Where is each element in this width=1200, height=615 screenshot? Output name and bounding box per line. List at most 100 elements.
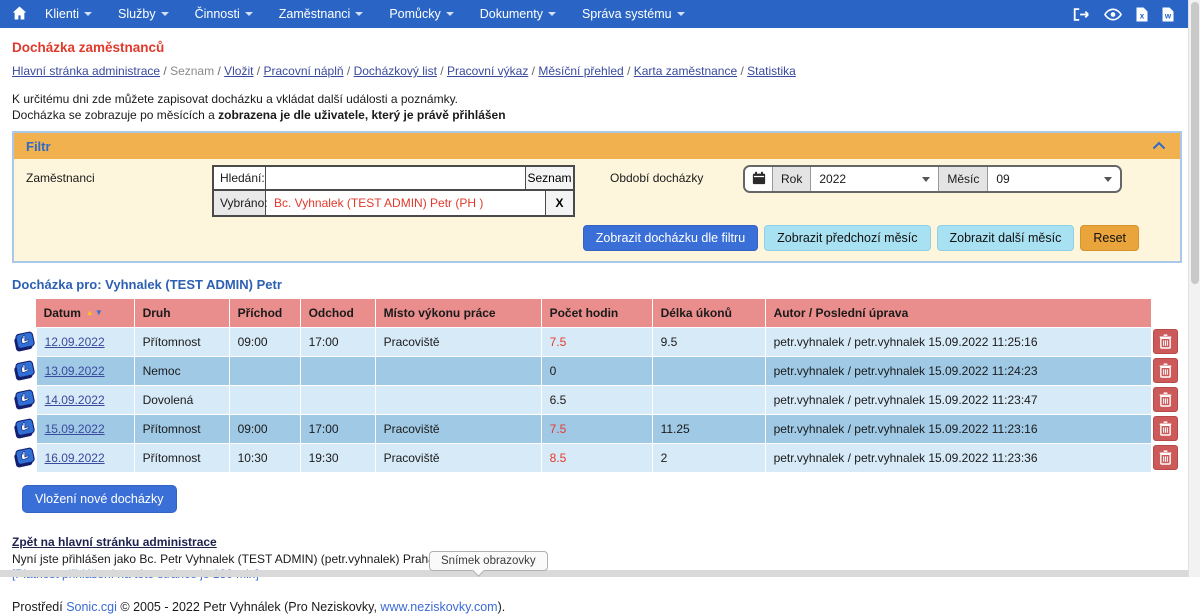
employee-list-button[interactable]: Seznam [525,167,573,189]
attendance-rows: 12.09.2022 Přítomnost 09:00 17:00 Pracov… [12,327,1180,472]
back-to-admin-link[interactable]: Zpět na hlavní stránku administrace [12,535,217,550]
cell-type: Dovolená [134,385,229,414]
edit-book-icon [12,358,35,383]
breadcrumb: Hlavní stránka administrace / Seznam / V… [12,63,1180,79]
cell-type: Nemoc [134,356,229,385]
year-value: 2022 [819,172,846,186]
breadcrumb-item[interactable]: Měsíční přehled [538,64,623,78]
delete-attendance-button[interactable] [1153,358,1178,383]
show-attendance-button[interactable]: Zobrazit docházku dle filtru [583,225,758,251]
nav-item-3[interactable]: Zaměstnanci [279,7,364,21]
cell-tasks: 2 [652,443,765,472]
next-month-button[interactable]: Zobrazit další měsíc [937,225,1075,251]
filter-panel-header[interactable]: Filtr [14,133,1180,159]
nav-item-0[interactable]: Klienti [45,7,92,21]
breadcrumb-item[interactable]: Karta zaměstnance [634,64,737,78]
intro-line-2: Docházka se zobrazuje po měsících a zobr… [12,107,1180,123]
date-link[interactable]: 16.09.2022 [45,451,105,465]
cell-place [375,356,541,385]
period-label: Období docházky [575,165,743,191]
edit-attendance-button[interactable] [12,416,35,441]
nav-item-4[interactable]: Pomůcky [389,7,453,21]
trash-icon [1159,421,1172,436]
cell-departure: 17:00 [300,414,375,443]
date-link[interactable]: 13.09.2022 [45,364,105,378]
table-row: 15.09.2022 Přítomnost 09:00 17:00 Pracov… [12,414,1180,443]
clear-selected-button[interactable]: X [545,191,573,215]
employee-search-input[interactable] [266,167,525,189]
month-select[interactable]: 09 [988,167,1120,191]
filter-panel: Filtr Zaměstnanci Hledání: Seznam Vybrán… [12,131,1182,263]
edit-book-icon [12,445,35,470]
calendar-button[interactable] [745,167,773,191]
chevron-down-icon [446,12,454,16]
chevron-up-icon[interactable] [1152,139,1166,153]
sonic-link[interactable]: Sonic.cgi [66,600,117,614]
breadcrumb-separator: / [214,64,224,78]
chevron-down-icon [1104,177,1112,182]
col-header-datum[interactable]: Datum ▲ ▼ [36,298,134,327]
table-row: 16.09.2022 Přítomnost 10:30 19:30 Pracov… [12,443,1180,472]
intro-line-2-bold: zobrazena je dle uživatele, který je prá… [218,108,505,122]
reset-button[interactable]: Reset [1080,225,1139,251]
edit-attendance-button[interactable] [12,445,35,470]
cell-departure [300,385,375,414]
breadcrumb-item[interactable]: Statistika [747,64,796,78]
nav-item-6[interactable]: Správa systému [582,7,685,21]
delete-attendance-button[interactable] [1153,416,1178,441]
vertical-scrollbar[interactable] [1188,0,1200,577]
prev-month-button[interactable]: Zobrazit předchozí měsíc [764,225,930,251]
year-select[interactable]: 2022 [811,167,939,191]
eye-icon[interactable] [1104,8,1122,21]
logout-icon[interactable] [1072,7,1090,22]
cell-type: Přítomnost [134,414,229,443]
env-suffix: ). [498,600,506,614]
edit-book-icon [12,416,35,441]
col-header-druh: Druh [134,298,229,327]
edit-book-icon [12,387,35,412]
nav-item-1[interactable]: Služby [118,7,169,21]
delete-attendance-button[interactable] [1153,387,1178,412]
home-button[interactable] [12,6,27,23]
nav-item-label: Klienti [45,7,79,21]
edit-attendance-button[interactable] [12,387,35,412]
employees-label: Zaměstnanci [26,165,212,191]
cell-tasks [652,356,765,385]
cell-departure [300,356,375,385]
cell-hours: 7.5 [541,414,652,443]
breadcrumb-item[interactable]: Hlavní stránka administrace [12,64,160,78]
word-export-icon[interactable]: w [1162,7,1174,22]
selected-employee-value: Bc. Vyhnalek (TEST ADMIN) Petr (PH ) [266,191,545,215]
breadcrumb-item[interactable]: Vložit [224,64,253,78]
insert-attendance-button[interactable]: Vložení nové docházky [22,485,177,513]
edit-attendance-button[interactable] [12,358,35,383]
date-link[interactable]: 15.09.2022 [45,422,105,436]
page-title: Docházka zaměstnanců [12,40,1180,55]
date-link[interactable]: 12.09.2022 [45,335,105,349]
scrollbar-thumb[interactable] [1191,2,1199,284]
breadcrumb-separator: / [624,64,634,78]
breadcrumb-item[interactable]: Pracovní náplň [263,64,343,78]
environment-line: Prostředí Sonic.cgi © 2005 - 2022 Petr V… [12,600,1180,615]
nav-item-5[interactable]: Dokumenty [480,7,556,21]
cell-author: petr.vyhnalek / petr.vyhnalek 15.09.2022… [765,414,1151,443]
sort-asc-icon[interactable]: ▲ [86,309,94,317]
col-header-label: Datum [44,306,81,320]
date-link[interactable]: 14.09.2022 [45,393,105,407]
svg-text:x: x [1140,11,1145,20]
cell-hours: 7.5 [541,327,652,356]
delete-attendance-button[interactable] [1153,445,1178,470]
breadcrumb-item[interactable]: Pracovní výkaz [447,64,528,78]
employee-search-group: Hledání: Seznam [212,165,575,191]
nav-item-label: Činnosti [195,7,240,21]
excel-export-icon[interactable]: x [1136,7,1148,22]
nav-item-2[interactable]: Činnosti [195,7,253,21]
edit-attendance-button[interactable] [12,329,35,354]
chevron-down-icon [245,12,253,16]
neziskovky-link[interactable]: www.neziskovky.com [380,600,497,614]
delete-attendance-button[interactable] [1153,329,1178,354]
sort-desc-icon[interactable]: ▼ [95,309,103,317]
filter-body: Zaměstnanci Hledání: Seznam Vybráno: Bc.… [14,159,1180,261]
cell-place [375,385,541,414]
breadcrumb-item[interactable]: Docházkový list [354,64,437,78]
